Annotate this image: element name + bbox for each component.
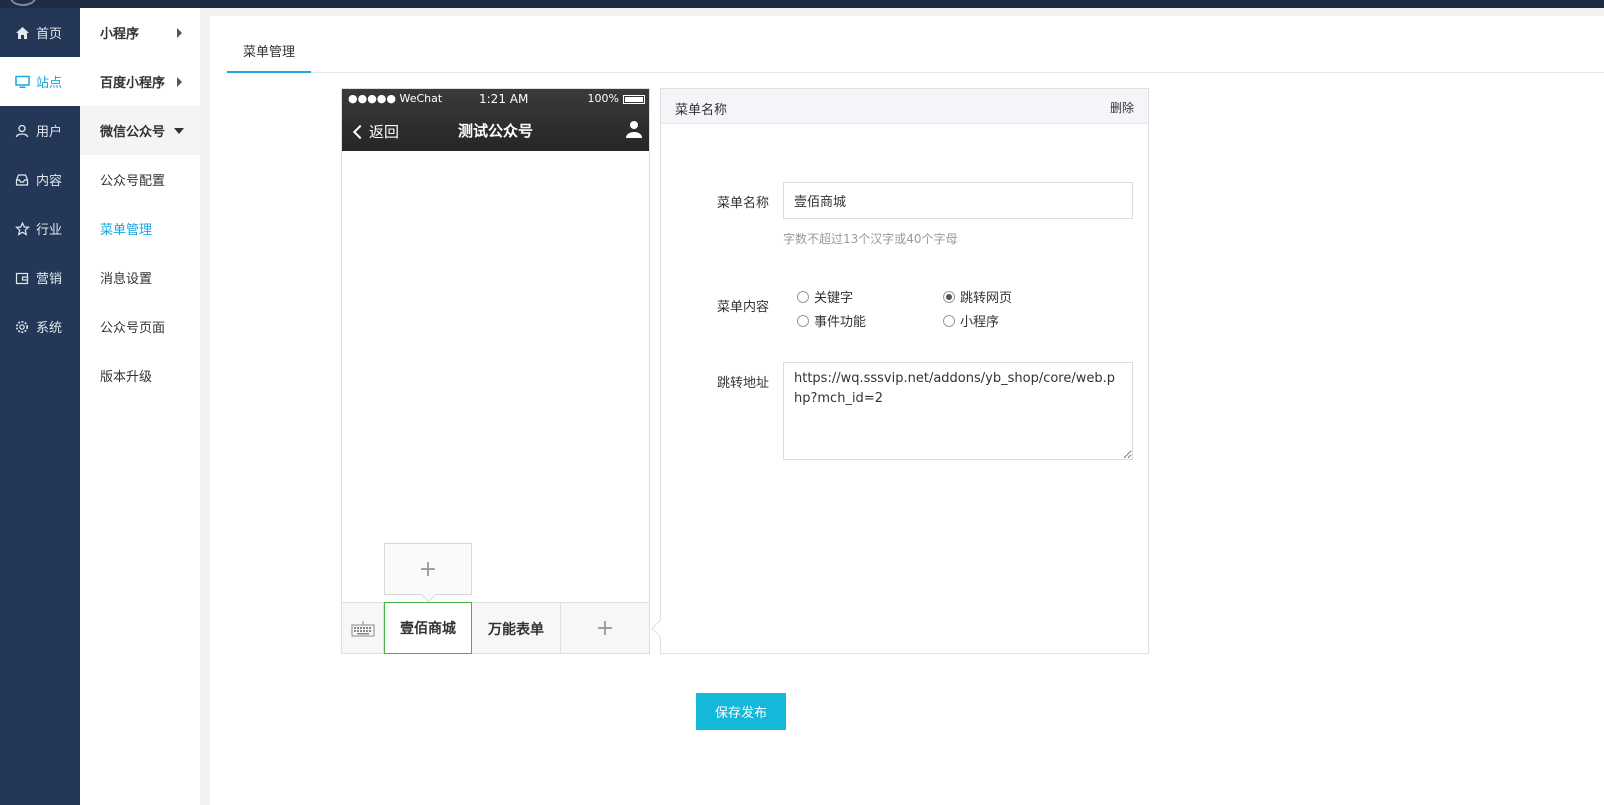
tab-menu-management[interactable]: 菜单管理 — [227, 40, 311, 73]
phone-status-bar: ●●●●● WeChat 1:21 AM 100% — [348, 92, 645, 108]
phone-menu-bar: 壹佰商城 万能表单 + — [342, 602, 649, 654]
sidebar-item-label: 营销 — [36, 272, 63, 287]
name-hint: 字数不超过13个汉字或40个字母 — [783, 232, 958, 246]
add-menu-button[interactable]: + — [561, 603, 649, 654]
battery-indicator: 100% — [588, 92, 645, 105]
subnav-item-label: 公众号配置 — [100, 174, 166, 189]
sidebar-item-label: 行业 — [36, 223, 63, 238]
gear-icon — [14, 319, 30, 335]
phone-header: ●●●●● WeChat 1:21 AM 100% 返回 测试公众号 — [342, 89, 649, 151]
save-publish-button[interactable]: 保存发布 — [696, 693, 786, 730]
subnav-item-label: 版本升级 — [100, 370, 153, 385]
sidebar-item-label: 站点 — [36, 76, 63, 91]
radio-label: 小程序 — [960, 315, 1000, 330]
editor-title: 菜单名称 — [675, 103, 728, 118]
sidebar-item-label: 内容 — [36, 174, 63, 189]
subnav-item-label: 公众号页面 — [100, 321, 166, 336]
subnav-item-menu-management[interactable]: 菜单管理 — [80, 204, 200, 253]
home-icon — [14, 25, 30, 41]
subnav-item-label: 百度小程序 — [100, 76, 166, 91]
delete-link[interactable]: 删除 — [1110, 99, 1134, 116]
status-time: 1:21 AM — [479, 92, 529, 106]
radio-label: 跳转网页 — [960, 291, 1013, 306]
subnav-item-label: 微信公众号 — [100, 125, 166, 140]
radio-label: 关键字 — [814, 291, 854, 306]
sidebar-item-label: 系统 — [36, 321, 63, 336]
redirect-url-textarea[interactable]: https://wq.sssvip.net/addons/yb_shop/cor… — [783, 362, 1133, 460]
subnav-item-version-upgrade[interactable]: 版本升级 — [80, 351, 200, 400]
radio-circle — [943, 314, 955, 327]
primary-sidebar: 首页 站点 用户 内容 行业 营销 系统 — [0, 8, 80, 805]
subnav-item-label: 小程序 — [100, 27, 140, 42]
caret-right-icon — [177, 27, 182, 38]
menu-editor-panel: 菜单名称 删除 菜单名称 字数不超过13个汉字或40个字母 菜单内容 关键字 跳… — [660, 88, 1149, 654]
content-label: 菜单内容 — [716, 300, 769, 315]
battery-icon — [623, 94, 645, 104]
add-submenu-button[interactable]: + — [384, 543, 472, 595]
sidebar-item-label: 首页 — [36, 27, 63, 42]
menu-item-yibai-mall[interactable]: 壹佰商城 — [384, 602, 472, 654]
sidebar-item-label: 用户 — [36, 125, 63, 140]
top-bar — [0, 0, 1604, 8]
logo — [10, 0, 36, 6]
monitor-icon — [14, 74, 30, 90]
keyboard-icon[interactable] — [342, 603, 384, 654]
phone-title: 测试公众号 — [457, 122, 533, 140]
subnav-item-baidu-mini-program[interactable]: 百度小程序 — [80, 57, 200, 106]
name-label: 菜单名称 — [716, 196, 769, 211]
sidebar-item-content[interactable]: 内容 — [0, 155, 80, 204]
subnav-item-account-pages[interactable]: 公众号页面 — [80, 302, 200, 351]
sidebar-item-users[interactable]: 用户 — [0, 106, 80, 155]
radio-circle — [797, 314, 809, 327]
subnav-item-message-settings[interactable]: 消息设置 — [80, 253, 200, 302]
radio-circle — [797, 290, 809, 303]
main-content: 菜单管理 ●●●●● WeChat 1:21 AM 100% 返回 测试公众号 … — [210, 16, 1604, 805]
radio-event[interactable]: 事件功能 — [797, 311, 866, 330]
subnav-item-account-config[interactable]: 公众号配置 — [80, 155, 200, 204]
secondary-sidebar: 小程序 百度小程序 微信公众号 公众号配置 菜单管理 消息设置 公众号页面 版本… — [80, 8, 200, 805]
editor-header: 菜单名称 删除 — [661, 89, 1148, 124]
star-icon — [14, 221, 30, 237]
battery-percent: 100% — [587, 92, 619, 105]
wallet-icon — [14, 270, 30, 286]
radio-redirect-url[interactable]: 跳转网页 — [943, 287, 1012, 306]
url-label: 跳转地址 — [716, 376, 769, 391]
caret-right-icon — [177, 76, 182, 87]
subnav-item-mini-program[interactable]: 小程序 — [80, 8, 200, 57]
radio-keyword[interactable]: 关键字 — [797, 287, 853, 306]
sidebar-item-marketing[interactable]: 营销 — [0, 253, 80, 302]
subnav-item-label: 消息设置 — [100, 272, 153, 287]
user-icon — [14, 123, 30, 139]
inbox-icon — [14, 172, 30, 188]
caret-down-icon — [174, 127, 184, 134]
tab-bar: 菜单管理 — [227, 40, 1604, 73]
menu-item-universal-form[interactable]: 万能表单 — [472, 603, 561, 654]
profile-icon[interactable] — [625, 120, 643, 138]
radio-mini-program[interactable]: 小程序 — [943, 311, 999, 330]
radio-circle-selected — [943, 290, 955, 303]
subnav-item-wechat-official[interactable]: 微信公众号 — [80, 106, 200, 155]
sidebar-item-system[interactable]: 系统 — [0, 302, 80, 351]
sidebar-item-industry[interactable]: 行业 — [0, 204, 80, 253]
sidebar-item-home[interactable]: 首页 — [0, 8, 80, 57]
subnav-item-label: 菜单管理 — [100, 223, 153, 238]
phone-preview: ●●●●● WeChat 1:21 AM 100% 返回 测试公众号 + 壹佰商… — [341, 88, 650, 654]
radio-label: 事件功能 — [814, 315, 867, 330]
carrier-label: ●●●●● WeChat — [348, 92, 443, 105]
sidebar-item-site[interactable]: 站点 — [0, 57, 80, 106]
menu-name-input[interactable] — [783, 182, 1133, 219]
